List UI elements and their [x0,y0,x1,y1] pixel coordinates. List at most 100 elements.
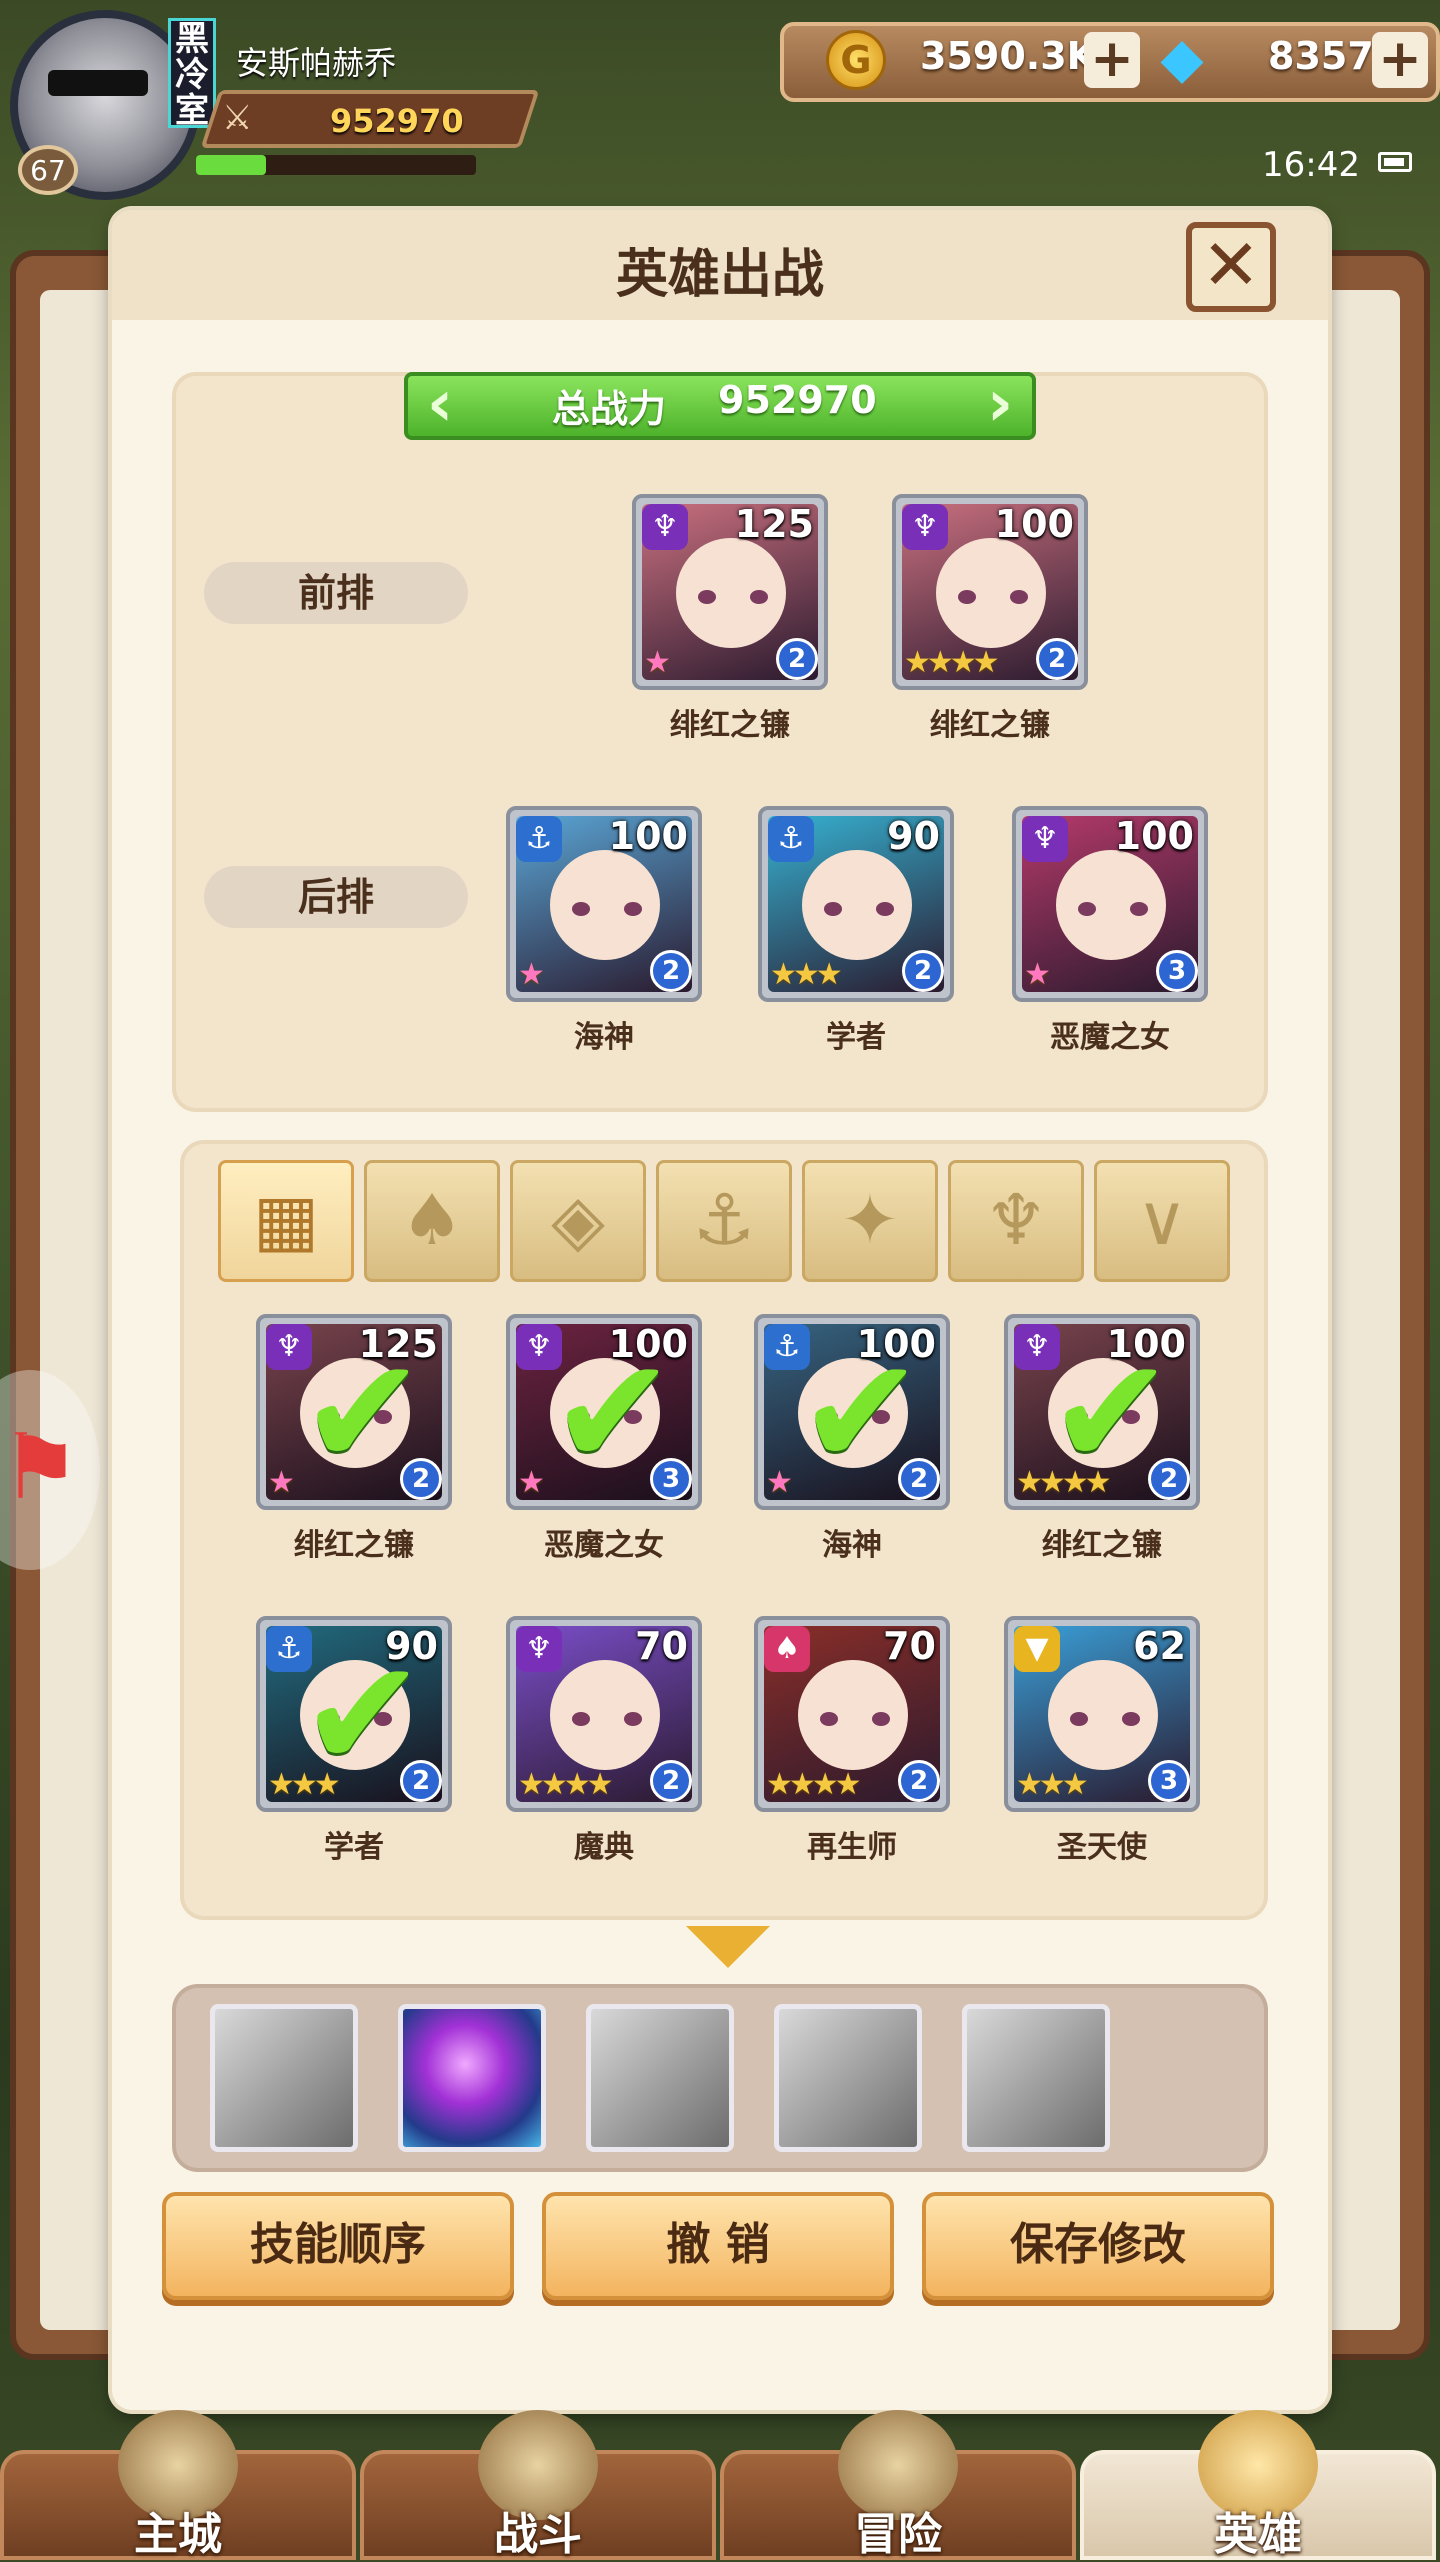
hero-rank-badge: 2 [776,638,818,680]
hero-name: 海神 [822,1528,882,1563]
total-power-label: 总战力 [552,387,667,431]
selected-check-icon: ✔ [798,1326,924,1500]
save-changes-button[interactable]: 保存修改 [922,2192,1274,2300]
skill-order-button[interactable]: 技能顺序 [162,2192,514,2300]
hero-name: 绯红之镰 [294,1528,414,1563]
hero-stars: ★ [766,1465,793,1500]
filter-tab-demon-faction[interactable]: ♆ [948,1160,1084,1282]
hero-level: 90 [887,814,940,858]
angel-skill-icon[interactable] [962,2004,1110,2152]
banner-left-arrow-icon: ‹ [426,367,454,441]
selected-check-icon: ✔ [300,1628,426,1802]
front-row-hero-card[interactable]: ♆ 125 ★ 2 [632,494,828,690]
roster-hero-card[interactable]: ♆ 70 ★★★★ 2 [506,1616,702,1812]
filter-tab-beast-faction[interactable]: ✦ [802,1160,938,1282]
storm-skill-icon[interactable] [586,2004,734,2152]
gem-amount: 8357 [1268,34,1374,78]
beast-skill-icon[interactable] [774,2004,922,2152]
selected-check-icon: ✔ [300,1326,426,1500]
selected-check-icon: ✔ [550,1326,676,1500]
hero-stars: ★★★ [1016,1767,1089,1802]
roster-hero-card[interactable]: ♆ 125 ★ 2 ✔ [256,1314,452,1510]
hero-level: 100 [1114,814,1194,858]
hero-stars: ★ [1024,957,1051,992]
anchor-faction-icon: ⚓ [692,1179,756,1261]
close-button[interactable]: ✕ [1186,222,1276,312]
hero-name: 学者 [324,1830,384,1865]
filter-tab-all-grid[interactable]: ▦ [218,1160,354,1282]
selected-check-icon: ✔ [1048,1326,1174,1500]
crossed-swords-icon: ⚔ [222,98,253,138]
roster-hero-card[interactable]: ♆ 100 ★★★★ 2 ✔ [1004,1314,1200,1510]
hero-eyes [1070,1712,1140,1726]
hero-stars: ★ [518,1465,545,1500]
add-gems-button[interactable]: + [1372,32,1428,88]
back-row-hero-card[interactable]: ⚓ 90 ★★★ 2 [758,806,954,1002]
hero-rank-badge: 3 [1148,1760,1190,1802]
player-name: 安斯帕赫乔 [236,44,397,82]
hero-name: 学者 [826,1020,886,1055]
hero-rank-badge: 2 [1036,638,1078,680]
hero-name: 绯红之镰 [930,708,1050,743]
hero-name: 恶魔之女 [1050,1020,1170,1055]
filter-tab-diamond-faction[interactable]: ◈ [510,1160,646,1282]
event-flag-icon[interactable]: ⚑ [0,1415,81,1520]
demon-faction-icon: ♆ [984,1179,1048,1261]
roster-hero-card[interactable]: ⚓ 100 ★ 2 ✔ [754,1314,950,1510]
player-power-value: 952970 [330,102,464,140]
hero-eyes [958,590,1028,604]
roster-hero-card[interactable]: ♠ 70 ★★★★ 2 [754,1616,950,1812]
hero-level: 100 [608,814,688,858]
filter-tab-anchor-faction[interactable]: ⚓ [656,1160,792,1282]
demon-faction-icon: ♆ [642,504,688,550]
hero-level: 125 [734,502,814,546]
hero-eyes [572,902,642,916]
nav-tab-label: 冒险 [854,2509,942,2560]
hero-rank-badge: 2 [902,950,944,992]
hero-eyes [1078,902,1148,916]
battery-icon [1378,152,1412,172]
forest-faction-icon: ♠ [764,1626,810,1672]
scroll-down-arrow-icon[interactable] [686,1926,770,1968]
nav-tab-label: 英雄 [1214,2509,1302,2560]
hero-stars: ★ [268,1465,295,1500]
xp-bar-fill [196,155,266,175]
roster-hero-card[interactable]: ▼ 62 ★★★ 3 [1004,1616,1200,1812]
hero-name: 再生师 [807,1830,897,1865]
demon-faction-icon: ♆ [902,504,948,550]
roster-hero-card[interactable]: ⚓ 90 ★★★ 2 ✔ [256,1616,452,1812]
gold-coin-icon: G [826,30,886,90]
filter-tab-angel-faction[interactable]: ∨ [1094,1160,1230,1282]
undo-button[interactable]: 撤 销 [542,2192,894,2300]
ocean-faction-icon: ⚓ [516,816,562,862]
diamond-faction-icon: ◈ [551,1179,605,1261]
hero-name: 海神 [574,1020,634,1055]
diamond-gem-icon: ◆ [1160,26,1204,91]
back-row-hero-card[interactable]: ⚓ 100 ★ 2 [506,806,702,1002]
purple-orb-skill-icon[interactable] [398,2004,546,2152]
nav-tab-label: 战斗 [494,2509,582,2560]
angel-faction-icon: ▼ [1014,1626,1060,1672]
player-level-badge: 67 [18,145,78,195]
hero-eyes [824,902,894,916]
hero-eyes [572,1712,642,1726]
roster-hero-card[interactable]: ♆ 100 ★ 3 ✔ [506,1314,702,1510]
hero-eyes [820,1712,890,1726]
hero-stars: ★ [644,645,671,680]
front-row-hero-card[interactable]: ♆ 100 ★★★★ 2 [892,494,1088,690]
hero-stars: ★ [518,957,545,992]
hero-level: 70 [635,1624,688,1668]
back-row-hero-card[interactable]: ♆ 100 ★ 3 [1012,806,1208,1002]
demon-faction-icon: ♆ [516,1626,562,1672]
hero-name: 恶魔之女 [544,1528,664,1563]
avatar-blindfold [48,70,148,96]
add-gold-button[interactable]: + [1084,32,1140,88]
leaf-skill-icon[interactable] [210,2004,358,2152]
guild-tag: 黑冷室 [168,18,216,129]
hero-level: 100 [994,502,1074,546]
filter-tab-forest-faction[interactable]: ♠ [364,1160,500,1282]
hero-name: 魔典 [574,1830,634,1865]
front-row-label: 前排 [204,562,468,624]
beast-faction-icon: ✦ [840,1179,900,1261]
hero-stars: ★★★★ [904,645,1000,680]
